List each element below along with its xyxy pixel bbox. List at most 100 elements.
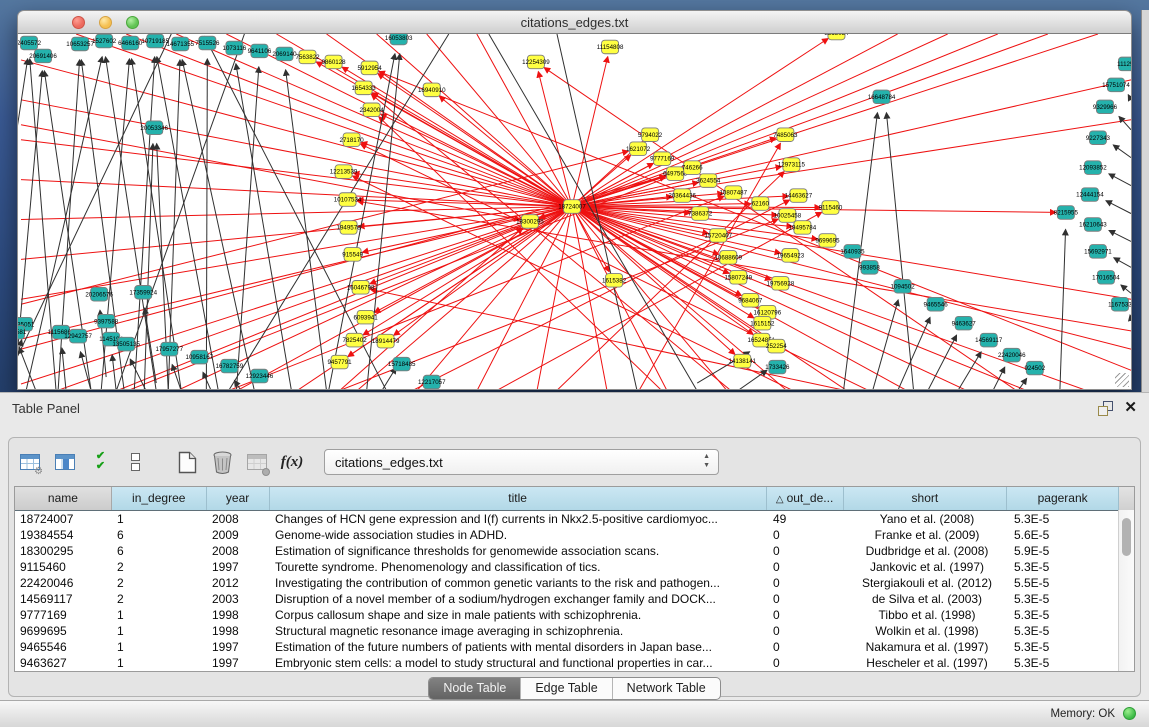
cell-in_degree[interactable]: 2 bbox=[112, 559, 207, 575]
cell-name[interactable]: 18724007 bbox=[15, 511, 112, 527]
network-edge[interactable] bbox=[898, 317, 930, 389]
cell-title[interactable]: Disruption of a novel member of a sodium… bbox=[270, 591, 768, 607]
cell-short[interactable]: Jankovic et al. (1997) bbox=[845, 559, 1009, 575]
network-edge[interactable] bbox=[172, 365, 181, 389]
cell-title[interactable]: Changes of HCN gene expression and I(f) … bbox=[270, 511, 768, 527]
cell-year[interactable]: 1998 bbox=[207, 623, 270, 639]
network-edge[interactable] bbox=[439, 96, 572, 206]
column-header-short[interactable]: short bbox=[844, 487, 1008, 510]
cell-year[interactable]: 1997 bbox=[207, 559, 270, 575]
cell-in_degree[interactable]: 6 bbox=[112, 543, 207, 559]
column-header-pagerank[interactable]: pagerank bbox=[1007, 487, 1119, 510]
table-vertical-scrollbar[interactable] bbox=[1118, 510, 1134, 671]
cell-pagerank[interactable]: 5.9E-5 bbox=[1009, 543, 1121, 559]
show-columns-icon[interactable] bbox=[52, 448, 78, 476]
cell-title[interactable]: Estimation of the future numbers of pati… bbox=[270, 639, 768, 655]
network-edge[interactable] bbox=[206, 59, 207, 389]
cell-pagerank[interactable]: 5.3E-5 bbox=[1009, 639, 1121, 655]
network-edge[interactable] bbox=[928, 335, 957, 389]
network-edge[interactable] bbox=[572, 207, 735, 355]
cell-out_de[interactable]: 0 bbox=[768, 607, 845, 623]
cell-title[interactable]: Genome-wide association studies in ADHD. bbox=[270, 527, 768, 543]
cell-in_degree[interactable]: 1 bbox=[112, 655, 207, 671]
table-row[interactable]: 969969511998Structural magnetic resonanc… bbox=[15, 623, 1134, 639]
cell-name[interactable]: 9699695 bbox=[15, 623, 112, 639]
cell-pagerank[interactable]: 5.3E-5 bbox=[1009, 655, 1121, 671]
cell-year[interactable]: 2008 bbox=[207, 511, 270, 527]
cell-short[interactable]: Franke et al. (2009) bbox=[845, 527, 1009, 543]
cell-short[interactable]: Wolkin et al. (1998) bbox=[845, 623, 1009, 639]
cell-pagerank[interactable]: 5.3E-5 bbox=[1009, 591, 1121, 607]
network-view-window[interactable]: citations_edges.txt 24055722069140610653… bbox=[17, 10, 1132, 390]
cell-title[interactable]: Estimation of significance thresholds fo… bbox=[270, 543, 768, 559]
cell-name[interactable]: 9777169 bbox=[15, 607, 112, 623]
cell-title[interactable]: Embryonic stem cells: a model to study s… bbox=[270, 655, 768, 671]
cell-year[interactable]: 2012 bbox=[207, 575, 270, 591]
cell-short[interactable]: de Silva et al. (2003) bbox=[845, 591, 1009, 607]
cell-name[interactable]: 19384554 bbox=[15, 527, 112, 543]
column-header-year[interactable]: year bbox=[207, 487, 270, 510]
network-table-select[interactable]: citations_edges.txt ▲▼ bbox=[324, 449, 719, 475]
cell-in_degree[interactable]: 1 bbox=[112, 623, 207, 639]
network-edge[interactable] bbox=[62, 348, 66, 389]
network-edge[interactable] bbox=[18, 59, 28, 215]
cell-pagerank[interactable]: 5.6E-5 bbox=[1009, 527, 1121, 543]
network-edge[interactable] bbox=[572, 34, 1048, 207]
cell-in_degree[interactable]: 1 bbox=[112, 607, 207, 623]
cell-short[interactable]: Nakamura et al. (1997) bbox=[845, 639, 1009, 655]
cell-pagerank[interactable]: 5.3E-5 bbox=[1009, 511, 1121, 527]
cell-out_de[interactable]: 0 bbox=[768, 639, 845, 655]
cell-year[interactable]: 1998 bbox=[207, 607, 270, 623]
delete-trash-icon[interactable] bbox=[209, 448, 235, 476]
network-edge[interactable] bbox=[168, 60, 180, 389]
network-edge[interactable] bbox=[112, 355, 116, 389]
cell-in_degree[interactable]: 2 bbox=[112, 575, 207, 591]
cell-short[interactable]: Yano et al. (2008) bbox=[845, 511, 1009, 527]
cell-name[interactable]: 18300295 bbox=[15, 543, 112, 559]
cell-year[interactable]: 2009 bbox=[207, 527, 270, 543]
select-rows-icon[interactable]: ✔✔ bbox=[87, 448, 113, 476]
network-edge[interactable] bbox=[18, 340, 22, 389]
network-edge[interactable] bbox=[572, 34, 998, 207]
cell-name[interactable]: 9463627 bbox=[15, 655, 112, 671]
cell-in_degree[interactable]: 1 bbox=[112, 639, 207, 655]
network-edge[interactable] bbox=[342, 67, 572, 206]
network-edge[interactable] bbox=[30, 59, 56, 389]
table-settings-icon[interactable]: ⚙ bbox=[17, 448, 43, 476]
cell-year[interactable]: 2003 bbox=[207, 591, 270, 607]
network-graph[interactable]: 2405572206914061065325715276026466160107… bbox=[18, 34, 1131, 389]
row-height-icon[interactable] bbox=[122, 448, 148, 476]
cell-name[interactable]: 22420046 bbox=[15, 575, 112, 591]
network-edge[interactable] bbox=[1060, 229, 1066, 389]
cell-title[interactable]: Structural magnetic resonance image aver… bbox=[270, 623, 768, 639]
scrollbar-thumb[interactable] bbox=[1122, 518, 1131, 556]
cell-out_de[interactable]: 0 bbox=[768, 655, 845, 671]
network-canvas[interactable]: 2405572206914061065325715276026466160107… bbox=[17, 34, 1132, 390]
network-edge[interactable] bbox=[1128, 95, 1131, 100]
cell-pagerank[interactable]: 5.3E-5 bbox=[1009, 607, 1121, 623]
cell-out_de[interactable]: 49 bbox=[768, 511, 845, 527]
network-edge[interactable] bbox=[363, 207, 572, 335]
network-edge[interactable] bbox=[572, 80, 1131, 207]
network-edge[interactable] bbox=[1114, 258, 1131, 268]
table-row[interactable]: 946362711997Embryonic stem cells: a mode… bbox=[15, 655, 1134, 671]
cell-short[interactable]: Hescheler et al. (1997) bbox=[845, 655, 1009, 671]
cell-in_degree[interactable]: 1 bbox=[112, 511, 207, 527]
cell-in_degree[interactable]: 2 bbox=[112, 591, 207, 607]
column-header-in_degree[interactable]: in_degree bbox=[112, 487, 207, 510]
table-row[interactable]: 1830029562008Estimation of significance … bbox=[15, 543, 1134, 559]
cell-name[interactable]: 14569117 bbox=[15, 591, 112, 607]
cell-out_de[interactable]: 0 bbox=[768, 623, 845, 639]
table-row[interactable]: 977716911998Corpus callosum shape and si… bbox=[15, 607, 1134, 623]
table-row[interactable]: 1872400712008Changes of HCN gene express… bbox=[15, 511, 1134, 527]
network-edge[interactable] bbox=[572, 207, 771, 280]
column-header-name[interactable]: name bbox=[15, 487, 112, 510]
cell-year[interactable]: 1997 bbox=[207, 655, 270, 671]
cell-short[interactable]: Dudbridge et al. (2008) bbox=[845, 543, 1009, 559]
network-edge[interactable] bbox=[873, 300, 899, 389]
network-edge[interactable] bbox=[737, 370, 767, 389]
cell-out_de[interactable]: 0 bbox=[768, 575, 845, 591]
tab-network-table[interactable]: Network Table bbox=[613, 678, 720, 699]
network-edge[interactable] bbox=[572, 34, 948, 207]
cell-name[interactable]: 9115460 bbox=[15, 559, 112, 575]
